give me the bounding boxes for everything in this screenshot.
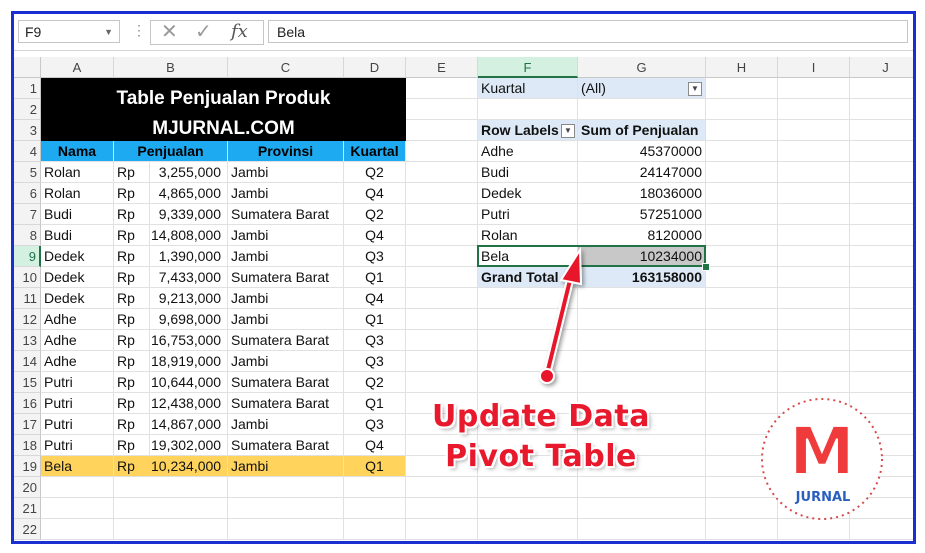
annotation-line1: Update Data bbox=[432, 399, 650, 434]
annotation-line2: Pivot Table bbox=[445, 439, 637, 474]
annotation-text: Update Data Pivot Table bbox=[421, 397, 661, 477]
logo-letter: M bbox=[789, 413, 855, 490]
logo-word: JURNAL bbox=[795, 490, 851, 505]
mjurnal-logo: M JURNAL bbox=[759, 396, 885, 522]
logo-icon: M JURNAL bbox=[761, 398, 883, 520]
window-frame: F9 ▼ ⋮ ✕ ✓ fx Bela A B C D E F G H I J 1 2 3 4 5 6 7 8 9 10… bbox=[11, 11, 916, 544]
